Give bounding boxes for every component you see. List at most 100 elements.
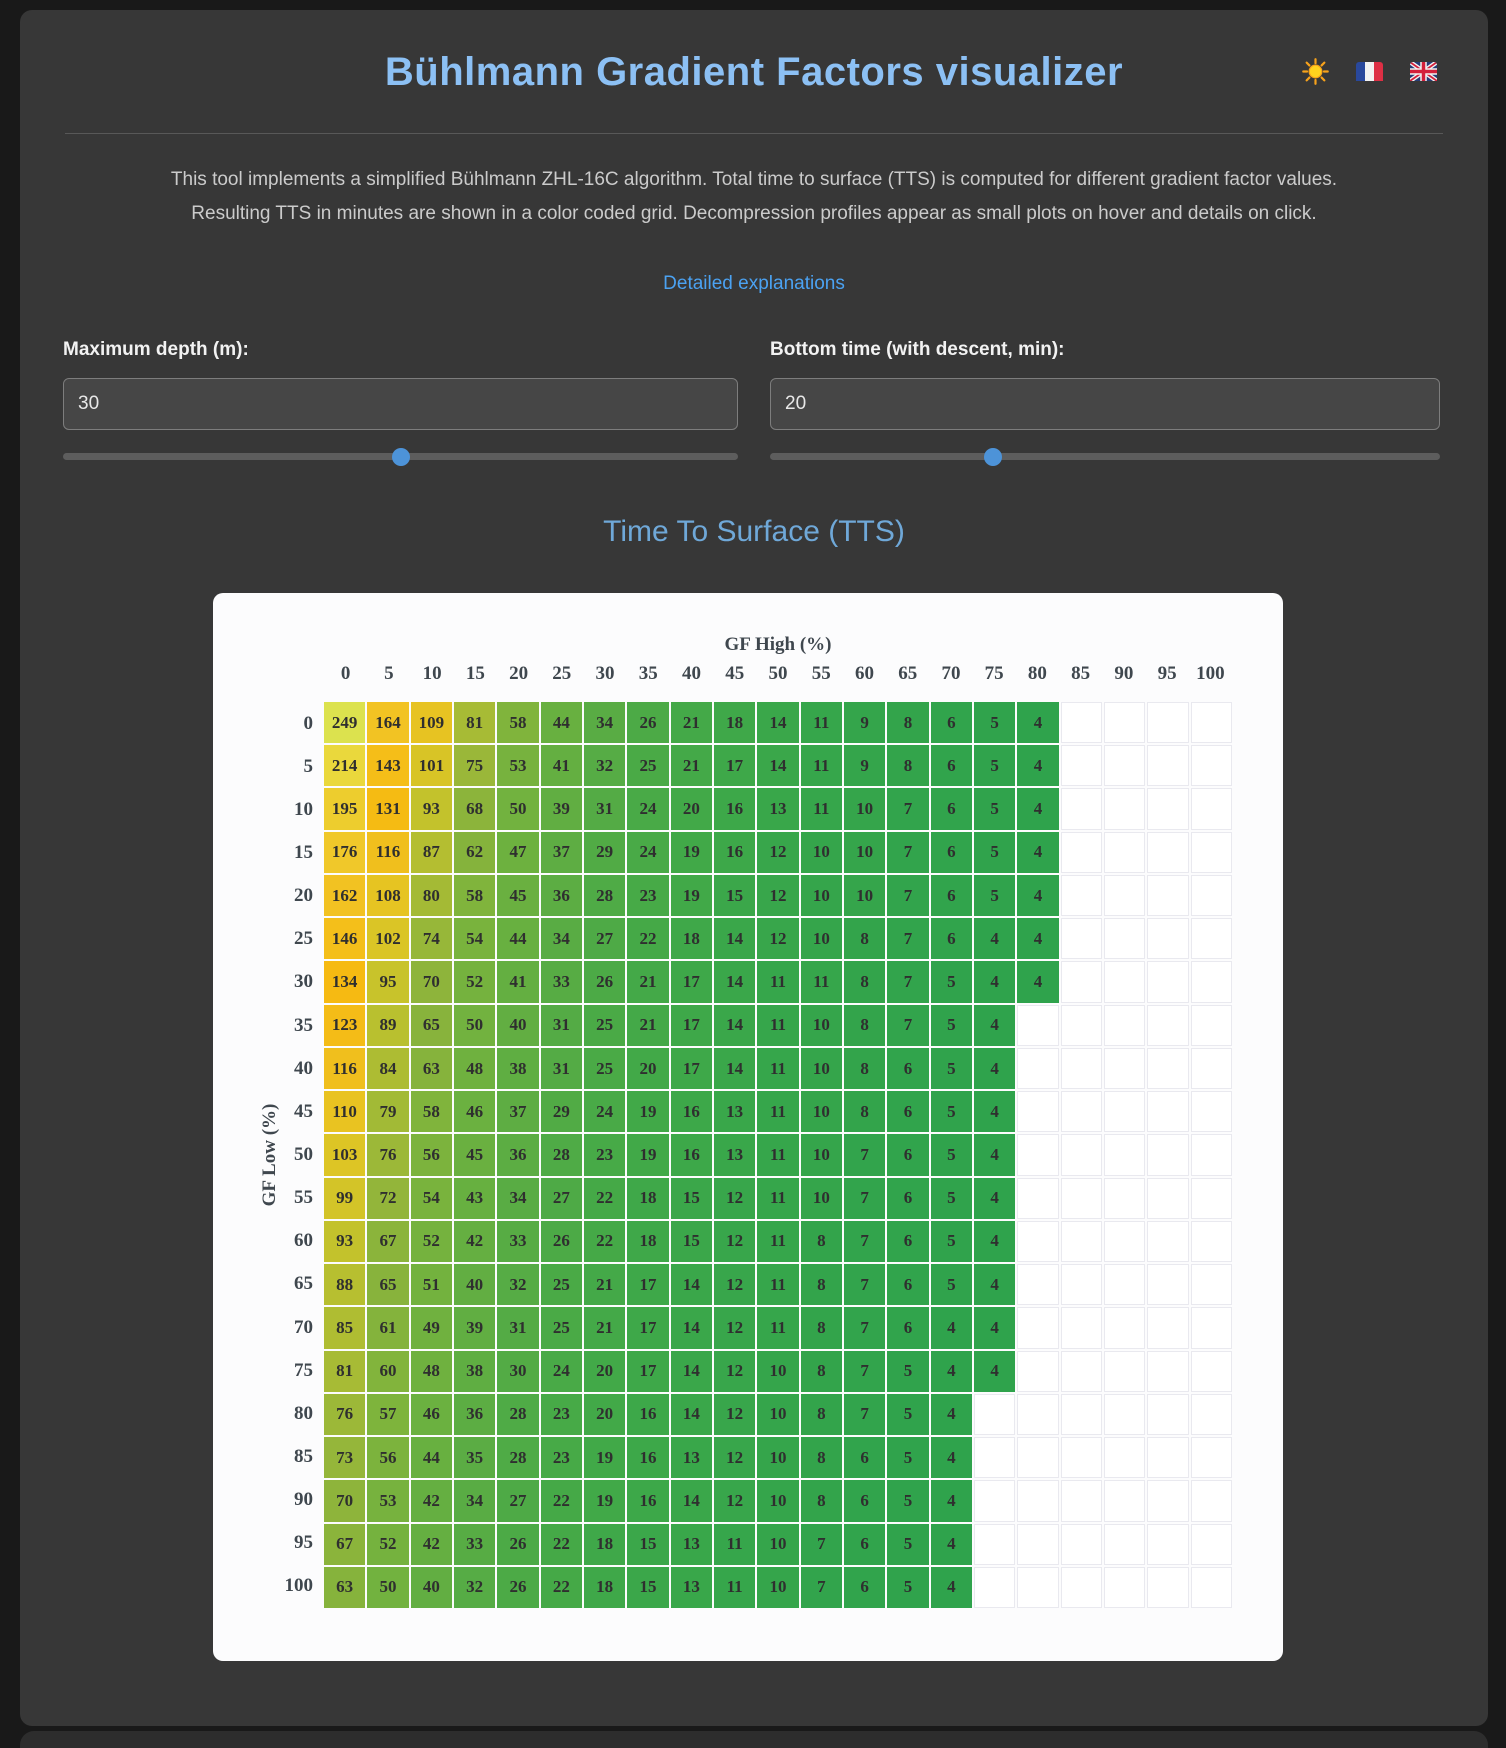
- tts-cell[interactable]: 18: [713, 702, 756, 744]
- tts-cell[interactable]: 22: [583, 1220, 626, 1263]
- tts-cell[interactable]: 28: [497, 1393, 539, 1436]
- tts-cell[interactable]: 84: [367, 1047, 409, 1090]
- tts-cell[interactable]: 63: [324, 1566, 366, 1608]
- tts-cell[interactable]: 162: [324, 874, 366, 917]
- tts-cell[interactable]: 32: [453, 1566, 496, 1608]
- tts-cell[interactable]: 6: [930, 702, 972, 744]
- tts-cell[interactable]: 22: [627, 918, 669, 960]
- tts-cell[interactable]: 81: [324, 1350, 366, 1392]
- tts-cell[interactable]: 21: [583, 1264, 626, 1306]
- tts-cell[interactable]: 67: [367, 1220, 409, 1263]
- tts-cell[interactable]: 10: [843, 874, 886, 917]
- tts-cell[interactable]: 52: [367, 1523, 409, 1565]
- tts-cell[interactable]: 26: [497, 1566, 539, 1608]
- tts-cell[interactable]: 5: [930, 1220, 972, 1263]
- tts-cell[interactable]: 4: [973, 1004, 1016, 1046]
- tts-cell[interactable]: 38: [453, 1350, 496, 1392]
- tts-cell[interactable]: 29: [583, 831, 626, 873]
- tts-cell[interactable]: 13: [757, 788, 799, 830]
- tts-cell[interactable]: 4: [973, 918, 1016, 960]
- tts-cell[interactable]: 23: [627, 874, 669, 917]
- tts-cell[interactable]: 14: [713, 1047, 756, 1090]
- tts-cell[interactable]: 134: [324, 961, 366, 1003]
- tts-cell[interactable]: 5: [930, 1177, 972, 1219]
- tts-cell[interactable]: 28: [540, 1134, 582, 1176]
- tts-cell[interactable]: 7: [843, 1177, 886, 1219]
- tts-cell[interactable]: 11: [757, 1220, 799, 1263]
- bottom-time-input[interactable]: [770, 378, 1440, 430]
- tts-cell[interactable]: 7: [843, 1307, 886, 1349]
- tts-cell[interactable]: 4: [1017, 702, 1059, 744]
- tts-cell[interactable]: 32: [583, 745, 626, 787]
- tts-cell[interactable]: 6: [887, 1220, 929, 1263]
- tts-cell[interactable]: 26: [540, 1220, 582, 1263]
- tts-cell[interactable]: 4: [930, 1480, 972, 1522]
- tts-cell[interactable]: 5: [973, 788, 1016, 830]
- tts-cell[interactable]: 9: [843, 702, 886, 744]
- tts-cell[interactable]: 110: [324, 1091, 366, 1133]
- tts-cell[interactable]: 87: [410, 831, 452, 873]
- tts-cell[interactable]: 14: [670, 1393, 712, 1436]
- max-depth-slider-thumb[interactable]: [391, 448, 410, 466]
- tts-cell[interactable]: 12: [757, 831, 799, 873]
- tts-cell[interactable]: 54: [453, 918, 496, 960]
- tts-cell[interactable]: 143: [367, 745, 409, 787]
- tts-cell[interactable]: 40: [497, 1004, 539, 1046]
- tts-cell[interactable]: 10: [800, 1047, 842, 1090]
- tts-cell[interactable]: 45: [453, 1134, 496, 1176]
- tts-cell[interactable]: 8: [843, 1047, 886, 1090]
- tts-cell[interactable]: 8: [800, 1307, 842, 1349]
- tts-cell[interactable]: 7: [887, 874, 929, 917]
- tts-cell[interactable]: 11: [757, 1307, 799, 1349]
- tts-cell[interactable]: 5: [973, 702, 1016, 744]
- tts-cell[interactable]: 249: [324, 702, 366, 744]
- tts-cell[interactable]: 10: [800, 831, 842, 873]
- tts-cell[interactable]: 36: [540, 874, 582, 917]
- tts-cell[interactable]: 4: [1017, 788, 1059, 830]
- tts-cell[interactable]: 4: [930, 1523, 972, 1565]
- tts-cell[interactable]: 4: [973, 1134, 1016, 1176]
- tts-cell[interactable]: 11: [757, 1134, 799, 1176]
- tts-cell[interactable]: 21: [583, 1307, 626, 1349]
- tts-cell[interactable]: 19: [583, 1480, 626, 1522]
- tts-cell[interactable]: 13: [670, 1566, 712, 1608]
- tts-cell[interactable]: 16: [713, 831, 756, 873]
- tts-cell[interactable]: 15: [627, 1523, 669, 1565]
- tts-cell[interactable]: 35: [453, 1437, 496, 1479]
- tts-cell[interactable]: 67: [324, 1523, 366, 1565]
- tts-cell[interactable]: 7: [800, 1566, 842, 1608]
- tts-cell[interactable]: 34: [540, 918, 582, 960]
- tts-cell[interactable]: 4: [973, 1220, 1016, 1263]
- tts-cell[interactable]: 24: [540, 1350, 582, 1392]
- tts-cell[interactable]: 11: [800, 961, 842, 1003]
- tts-cell[interactable]: 6: [930, 745, 972, 787]
- tts-cell[interactable]: 34: [453, 1480, 496, 1522]
- tts-cell[interactable]: 22: [540, 1566, 582, 1608]
- tts-cell[interactable]: 131: [367, 788, 409, 830]
- tts-cell[interactable]: 34: [497, 1177, 539, 1219]
- tts-cell[interactable]: 22: [540, 1480, 582, 1522]
- tts-cell[interactable]: 7: [843, 1134, 886, 1176]
- tts-cell[interactable]: 109: [410, 702, 452, 744]
- tts-cell[interactable]: 33: [540, 961, 582, 1003]
- tts-cell[interactable]: 22: [583, 1177, 626, 1219]
- tts-cell[interactable]: 4: [973, 1177, 1016, 1219]
- tts-cell[interactable]: 6: [887, 1177, 929, 1219]
- tts-cell[interactable]: 195: [324, 788, 366, 830]
- tts-cell[interactable]: 164: [367, 702, 409, 744]
- tts-cell[interactable]: 19: [670, 874, 712, 917]
- tts-cell[interactable]: 51: [410, 1264, 452, 1306]
- tts-cell[interactable]: 18: [583, 1566, 626, 1608]
- tts-cell[interactable]: 8: [843, 961, 886, 1003]
- tts-cell[interactable]: 72: [367, 1177, 409, 1219]
- tts-cell[interactable]: 12: [713, 1307, 756, 1349]
- tts-cell[interactable]: 12: [713, 1480, 756, 1522]
- tts-cell[interactable]: 61: [367, 1307, 409, 1349]
- tts-cell[interactable]: 50: [453, 1004, 496, 1046]
- tts-cell[interactable]: 14: [713, 961, 756, 1003]
- tts-cell[interactable]: 45: [497, 874, 539, 917]
- tts-cell[interactable]: 27: [540, 1177, 582, 1219]
- tts-cell[interactable]: 4: [1017, 918, 1059, 960]
- tts-cell[interactable]: 10: [843, 788, 886, 830]
- tts-cell[interactable]: 85: [324, 1307, 366, 1349]
